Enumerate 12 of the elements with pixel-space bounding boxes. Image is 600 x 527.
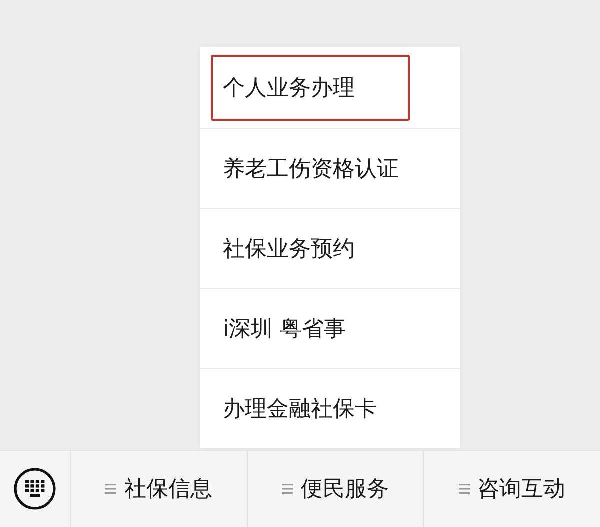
menu-icon [458, 483, 470, 495]
menu-icon [105, 483, 116, 495]
menu-tab[interactable]: 咨询互动 [423, 451, 600, 527]
menu-icon [282, 483, 293, 495]
keyboard-icon[interactable] [13, 467, 57, 511]
menu-item[interactable]: i深圳 粤省事 [211, 296, 410, 362]
menu-item[interactable]: 养老工伤资格认证 [211, 136, 411, 202]
menu-tab[interactable]: 社保信息 [70, 451, 247, 527]
menu-item[interactable]: 办理金融社保卡 [211, 376, 410, 442]
menu-item[interactable]: 个人业务办理 [211, 54, 410, 120]
menu-item[interactable]: 社保业务预约 [211, 216, 410, 282]
menu-tab[interactable]: 便民服务 [246, 451, 424, 527]
